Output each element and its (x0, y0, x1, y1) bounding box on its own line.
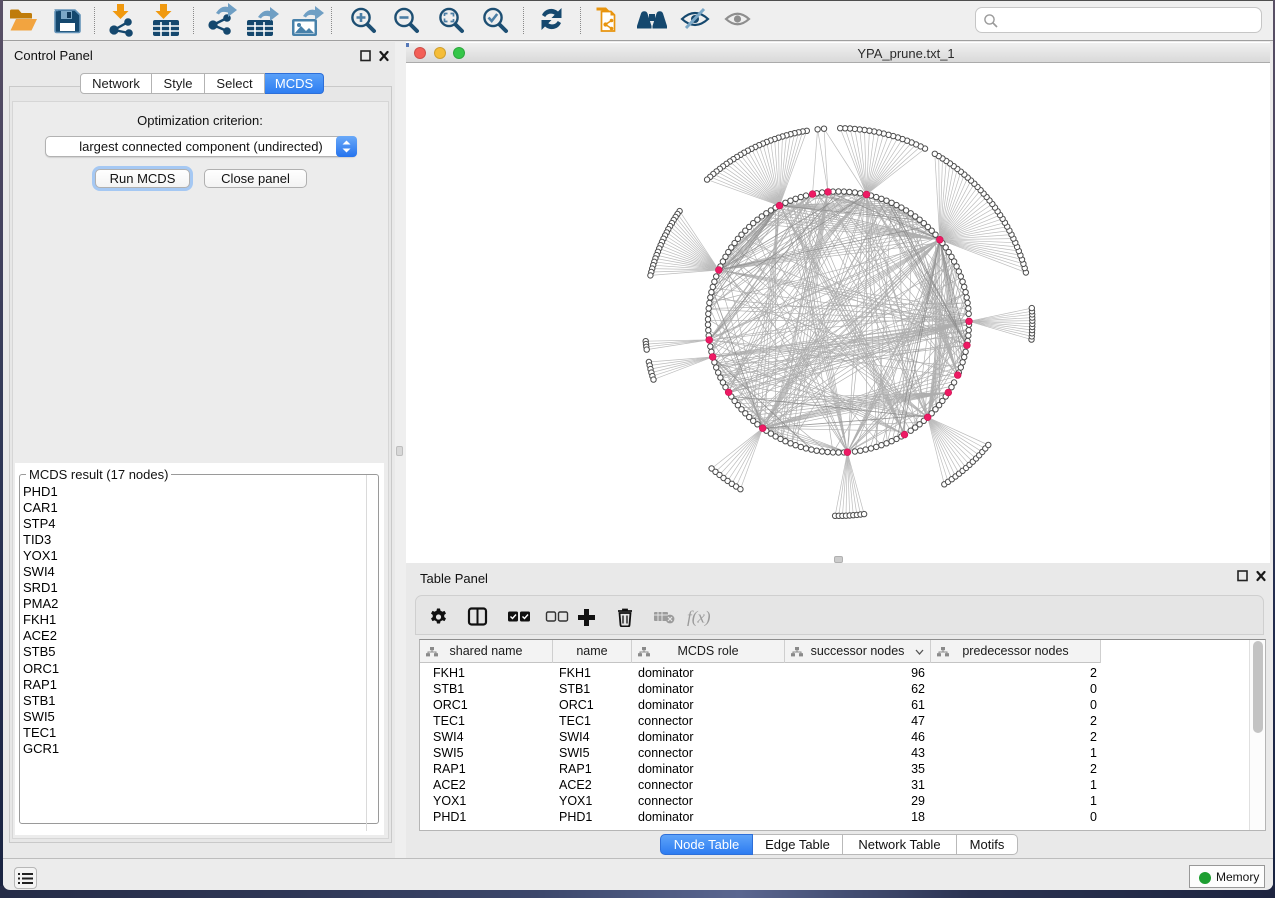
svg-text:f(x): f(x) (687, 608, 711, 627)
